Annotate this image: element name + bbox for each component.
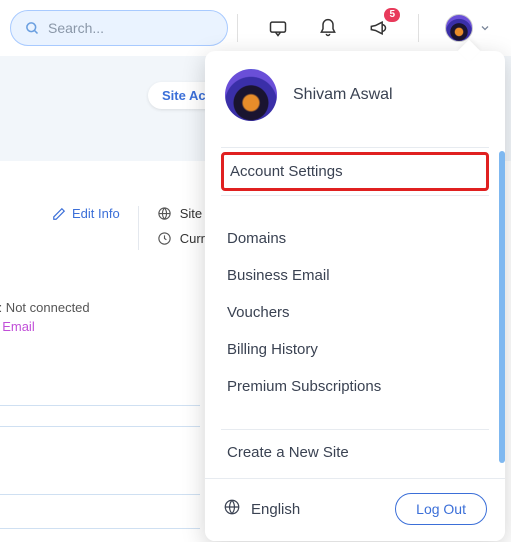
business-email-link[interactable]: n Business Email	[0, 319, 90, 334]
dropdown-header: Shivam Aswal	[205, 51, 505, 143]
divider	[221, 195, 489, 196]
topbar-icons: 5	[233, 14, 501, 42]
edit-info-link[interactable]: Edit Info	[52, 206, 120, 221]
language-label: English	[251, 501, 300, 518]
menu-item-help-center[interactable]: Help Center	[221, 471, 489, 478]
logout-button[interactable]: Log Out	[395, 493, 487, 525]
profile-dropdown: Shivam Aswal Account Settings Domains Bu…	[205, 51, 505, 541]
menu-item-create-site[interactable]: Create a New Site	[221, 434, 489, 471]
menu-item-premium-subscriptions[interactable]: Premium Subscriptions	[221, 368, 489, 405]
search-input[interactable]	[48, 20, 213, 36]
divider	[221, 429, 489, 430]
dropdown-footer: English Log Out	[205, 478, 505, 541]
menu-item-vouchers[interactable]: Vouchers	[221, 294, 489, 331]
chevron-down-icon	[479, 22, 491, 34]
status-block: ness Email: Not connected n Business Ema…	[0, 300, 90, 334]
divider	[418, 14, 419, 42]
divider	[138, 206, 139, 250]
status-label: ness Email: Not connected	[0, 300, 90, 315]
chat-icon[interactable]	[264, 14, 292, 42]
menu-item-account-settings[interactable]: Account Settings	[221, 152, 489, 191]
avatar	[445, 14, 473, 42]
profile-trigger[interactable]	[445, 14, 491, 42]
menu-item-domains[interactable]: Domains	[221, 220, 489, 257]
search-box[interactable]	[10, 10, 228, 46]
bell-icon[interactable]	[314, 14, 342, 42]
user-name: Shivam Aswal	[293, 86, 393, 104]
divider	[237, 14, 238, 42]
announce-icon[interactable]: 5	[364, 14, 392, 42]
notification-badge: 5	[384, 8, 400, 22]
menu-item-business-email[interactable]: Business Email	[221, 257, 489, 294]
divider	[221, 147, 489, 148]
scrollbar[interactable]	[499, 151, 505, 463]
language-button[interactable]: English	[223, 498, 300, 520]
globe-icon	[223, 498, 241, 520]
avatar	[225, 69, 277, 121]
search-icon	[25, 21, 40, 36]
edit-info-label: Edit Info	[72, 206, 120, 221]
top-bar: 5	[0, 0, 511, 56]
info-row: Edit Info Site la Curre	[0, 206, 216, 250]
menu-item-billing-history[interactable]: Billing History	[221, 331, 489, 368]
